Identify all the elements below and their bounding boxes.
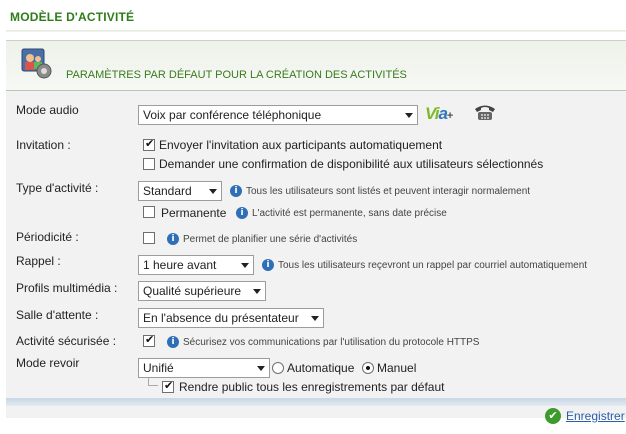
securisee-hint: Sécurisez vos communications par l'utili… [183, 337, 480, 348]
salle-value: En l'absence du présentateur [143, 311, 299, 325]
type-activite-label: Type d'activité : [16, 181, 99, 195]
mode-revoir-auto-text: Automatique [287, 361, 355, 375]
panel-header-text: PARAMÈTRES PAR DÉFAUT POUR LA CRÉATION D… [66, 69, 407, 81]
mode-audio-select[interactable]: Voix par conférence téléphonique [138, 105, 418, 125]
chevron-down-icon [241, 263, 249, 268]
type-activite-hint: Tous les utilisateurs sont listés et peu… [246, 186, 531, 197]
periodicite-checkbox[interactable] [143, 232, 155, 244]
type-activite-select[interactable]: Standard [138, 181, 222, 201]
telephone-icon [475, 105, 495, 120]
periodicite-hint: Permet de planifier une série d'activité… [183, 234, 358, 245]
profils-select[interactable]: Qualité supérieure [138, 281, 266, 301]
rappel-label: Rappel : [16, 254, 61, 268]
settings-people-icon [21, 48, 52, 79]
title-divider [6, 30, 626, 32]
panel-header: PARAMÈTRES PAR DÉFAUT POUR LA CRÉATION D… [6, 41, 626, 91]
permanente-checkbox[interactable] [143, 206, 155, 218]
chevron-down-icon [311, 316, 319, 321]
save-button[interactable]: Enregistrer [566, 409, 625, 423]
chevron-down-icon [257, 366, 265, 371]
mode-revoir-value: Unifié [143, 361, 174, 375]
invitation-confirm-text: Demander une confirmation de disponibili… [159, 157, 544, 171]
permanente-text: Permanente [161, 206, 227, 220]
rappel-value: 1 heure avant [143, 258, 217, 272]
via-logo-v: Vi [425, 104, 439, 123]
profils-value: Qualité supérieure [143, 284, 242, 298]
mode-revoir-manuel-text: Manuel [377, 361, 417, 375]
rappel-hint: Tous les utilisateurs reçevront un rappe… [278, 260, 588, 271]
info-icon: i [167, 233, 179, 245]
info-icon: i [167, 336, 179, 348]
via-logo-a: a [438, 104, 448, 123]
type-activite-value: Standard [143, 184, 192, 198]
invitation-auto-text: Envoyer l'invitation aux participants au… [159, 138, 443, 152]
via-logo: Via+ [425, 104, 454, 124]
info-icon: i [262, 259, 274, 271]
invitation-auto-checkbox[interactable] [143, 137, 155, 151]
info-icon: i [236, 207, 248, 219]
public-recordings-checkbox[interactable] [162, 379, 174, 393]
mode-audio-label: Mode audio [16, 103, 79, 117]
info-icon: i [230, 185, 242, 197]
chevron-down-icon [209, 189, 217, 194]
securisee-label: Activité sécurisée : [16, 334, 117, 348]
securisee-checkbox[interactable] [143, 333, 155, 347]
checkmark-icon[interactable]: ✔ [545, 408, 561, 424]
footer-bar [6, 398, 626, 406]
via-logo-plus: + [446, 110, 454, 122]
profils-label: Profils multimédia : [16, 281, 118, 295]
invitation-confirm-checkbox[interactable] [143, 158, 155, 170]
tree-connector [148, 377, 158, 386]
mode-revoir-select[interactable]: Unifié [138, 358, 270, 378]
public-recordings-text: Rendre public tous les enregistrements p… [179, 380, 445, 394]
mode-revoir-label: Mode revoir [16, 356, 80, 370]
periodicite-label: Périodicité : [16, 230, 79, 244]
permanente-hint: L'activité est permanente, sans date pré… [252, 208, 447, 219]
invitation-label: Invitation : [16, 138, 71, 152]
chevron-down-icon [253, 289, 261, 294]
page-title: MODÈLE D'ACTIVITÉ [10, 10, 135, 24]
rappel-select[interactable]: 1 heure avant [138, 255, 254, 275]
mode-audio-value: Voix par conférence téléphonique [143, 108, 322, 122]
mode-revoir-auto-radio[interactable] [272, 362, 284, 374]
chevron-down-icon [405, 113, 413, 118]
salle-label: Salle d'attente : [16, 308, 99, 322]
salle-select[interactable]: En l'absence du présentateur [138, 308, 324, 328]
mode-revoir-manuel-radio[interactable] [362, 362, 374, 374]
